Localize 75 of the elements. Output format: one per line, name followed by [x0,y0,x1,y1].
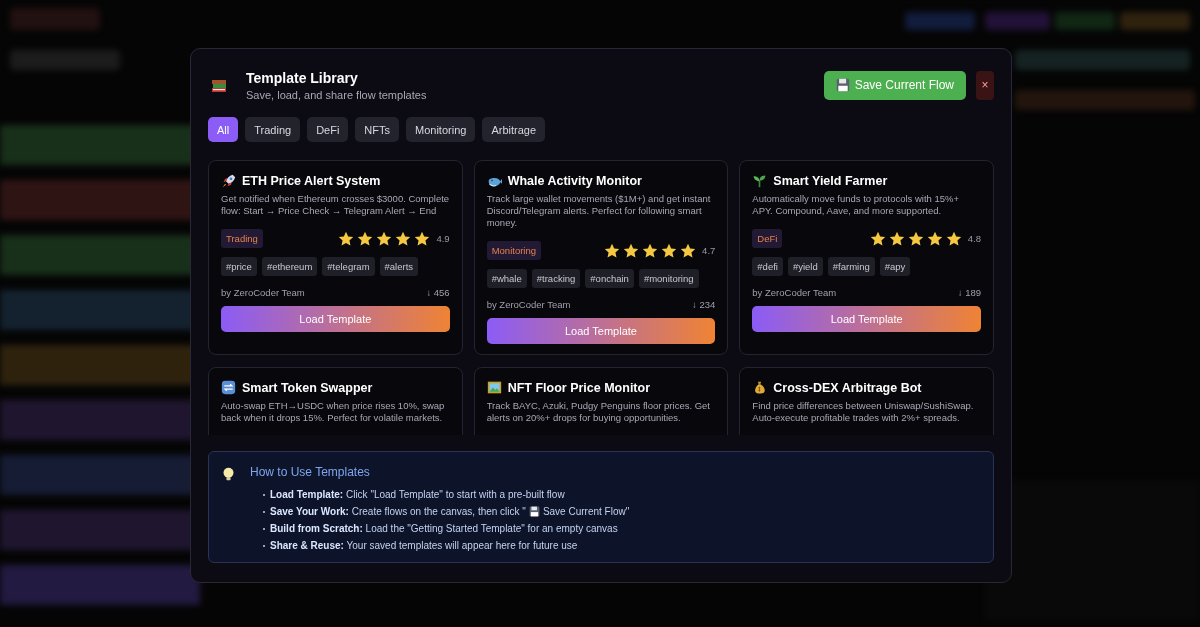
tag-chip: #defi [752,257,783,276]
load-template-button[interactable]: Load Template [486,318,716,344]
tag-chip: #ethereum [261,257,318,276]
category-badge: DeFi [752,229,783,248]
tag-chip: #alerts [379,257,419,276]
template-description: Auto-swap ETH→USDC when price rises 10%, swap back when it drops 15%. Perfect for volatile markets. [221,400,446,424]
tag-chip: #tracking [531,269,581,288]
template-description: Track BAYC, Azuki, Pudgy Penguins floor prices. Get alerts on 20%+ drops for buying opportunities. [486,400,711,424]
tag-chip: #farming [827,257,875,276]
template-description: Track large wallet movements ($1M+) and get instant Discord/Telegram alerts. Perfect for following smart money. [486,193,712,229]
tag-chip: #monitoring [638,269,699,288]
star-icon [395,230,412,247]
star-icon [945,230,962,247]
category-tab[interactable]: All [208,117,239,142]
category-tab[interactable]: Monitoring [406,117,476,142]
star-icon [623,242,640,259]
template-title: Whale Activity Monitor [507,173,642,188]
template-description: Get notified when Ethereum crosses $3000. Complete flow: Start → Price Check → Telegram Alert → End [221,193,450,217]
tag-chip: #price [221,257,257,276]
category-tab[interactable]: Arbitrage [482,117,546,142]
template-title: NFT Floor Price Monitor [507,380,650,395]
rating-value: 4.9 [436,233,450,244]
star-icon [357,230,374,247]
help-text: Save Current Flow" [542,505,630,519]
help-text: Load Template: Click "Load Template" to start with a pre-built flow [270,488,565,502]
category-tab[interactable]: Trading [245,117,301,142]
tag-chip: #whale [486,269,527,288]
rating-value: 4.8 [967,233,981,244]
star-icon [414,230,431,247]
template-description: Find price differences between Uniswap/SushiSwap. Auto-execute profitable trades with 2%+ spreads. [752,400,975,424]
close-button[interactable]: × [976,70,994,100]
help-text: Save Your Work: Create flows on the canvas, then click " [270,505,526,519]
download-count: ↓ 234 [692,299,716,310]
light-bulb-icon [221,467,236,482]
star-icon [869,230,886,247]
sprout-icon [752,173,768,188]
category-tab[interactable]: DeFi [307,117,349,142]
help-text: Build from Scratch: Load the "Getting Started Template" for an empty canvas [270,522,618,536]
tag-chip: #onchain [585,269,634,288]
help-title: How to Use Templates [250,465,371,479]
download-count: ↓ 456 [426,287,450,298]
rocket-icon [221,173,236,188]
category-badge: Trading [221,229,263,248]
author-text: by ZeroCoder Team [752,287,837,298]
template-title: Smart Yield Farmer [773,173,888,188]
load-template-button[interactable]: Load Template [221,306,450,332]
swap-icon [221,380,236,395]
template-title: Cross-DEX Arbitrage Bot [773,380,922,395]
star-icon [604,242,621,259]
help-text: Share & Reuse: Your saved templates will appear here for future use [270,539,578,553]
star-icon [376,230,393,247]
star-icon [642,242,659,259]
template-title: ETH Price Alert System [242,173,381,188]
star-icon [926,230,943,247]
tag-chip: #yield [787,257,823,276]
template-title: Smart Token Swapper [242,380,373,395]
tag-chip: #apy [879,257,911,276]
star-icon [661,242,678,259]
tag-chip: #telegram [322,257,375,276]
star-icon [888,230,905,247]
picture-icon [486,380,502,395]
star-icon [907,230,924,247]
dialog-subtitle: Save, load, and share flow templates [246,88,428,101]
star-icon [338,230,355,247]
category-tab[interactable]: NFTs [355,117,400,142]
rating-value: 4.7 [702,245,716,256]
category-badge: Monitoring [486,241,541,260]
download-count: ↓ 189 [957,287,981,298]
dialog-title: Template Library [246,69,359,86]
template-description: Automatically move funds to protocols with 15%+ APY. Compound, Aave, and more supported. [752,193,961,217]
author-text: by ZeroCoder Team [486,299,571,310]
star-icon [680,242,697,259]
author-text: by ZeroCoder Team [221,287,305,298]
load-template-button[interactable]: Load Template [752,306,981,332]
money-bag-icon [752,380,768,395]
